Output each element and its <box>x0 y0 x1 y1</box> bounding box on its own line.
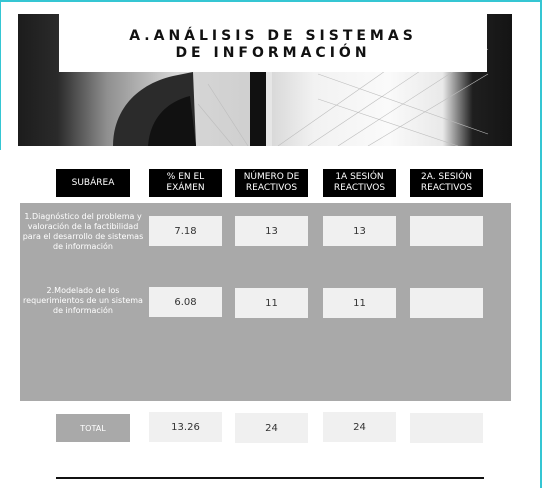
header-num-reactivos: NÚMERO DE REACTIVOS <box>235 169 308 197</box>
bottom-rule <box>56 477 484 479</box>
header-session-2: 2A. SESIÓN REACTIVOS <box>410 169 483 197</box>
total-label: TOTAL <box>56 414 130 442</box>
row-2-session-1: 11 <box>323 288 396 318</box>
row-1-session-2 <box>410 216 483 246</box>
header-subarea: SUBÁREA <box>56 169 130 197</box>
total-session-2 <box>410 413 483 443</box>
row-2-subarea: 2.Modelado de los requerimientos de un s… <box>23 286 143 315</box>
row-2-percent: 6.08 <box>149 287 222 317</box>
top-accent-line <box>0 0 542 2</box>
row-1-session-1: 13 <box>323 216 396 246</box>
row-1-percent: 7.18 <box>149 216 222 246</box>
left-accent-line <box>0 0 1 150</box>
header-percent: % EN EL EXÁMEN <box>149 169 222 197</box>
row-1-subarea: 1.Diagnóstico del problema y valoración … <box>22 212 144 251</box>
row-2-session-2 <box>410 288 483 318</box>
header-session-1: 1A SESIÓN REACTIVOS <box>323 169 396 197</box>
title-line-1: A.ANÁLISIS DE SISTEMAS <box>129 28 417 44</box>
total-num-reactivos: 24 <box>235 413 308 443</box>
row-1-num-reactivos: 13 <box>235 216 308 246</box>
total-session-1: 24 <box>323 412 396 442</box>
title-banner: A.ANÁLISIS DE SISTEMAS DE INFORMACIÓN <box>59 14 487 72</box>
row-2-num-reactivos: 11 <box>235 288 308 318</box>
total-percent: 13.26 <box>149 412 222 442</box>
title-line-2: DE INFORMACIÓN <box>175 45 371 61</box>
